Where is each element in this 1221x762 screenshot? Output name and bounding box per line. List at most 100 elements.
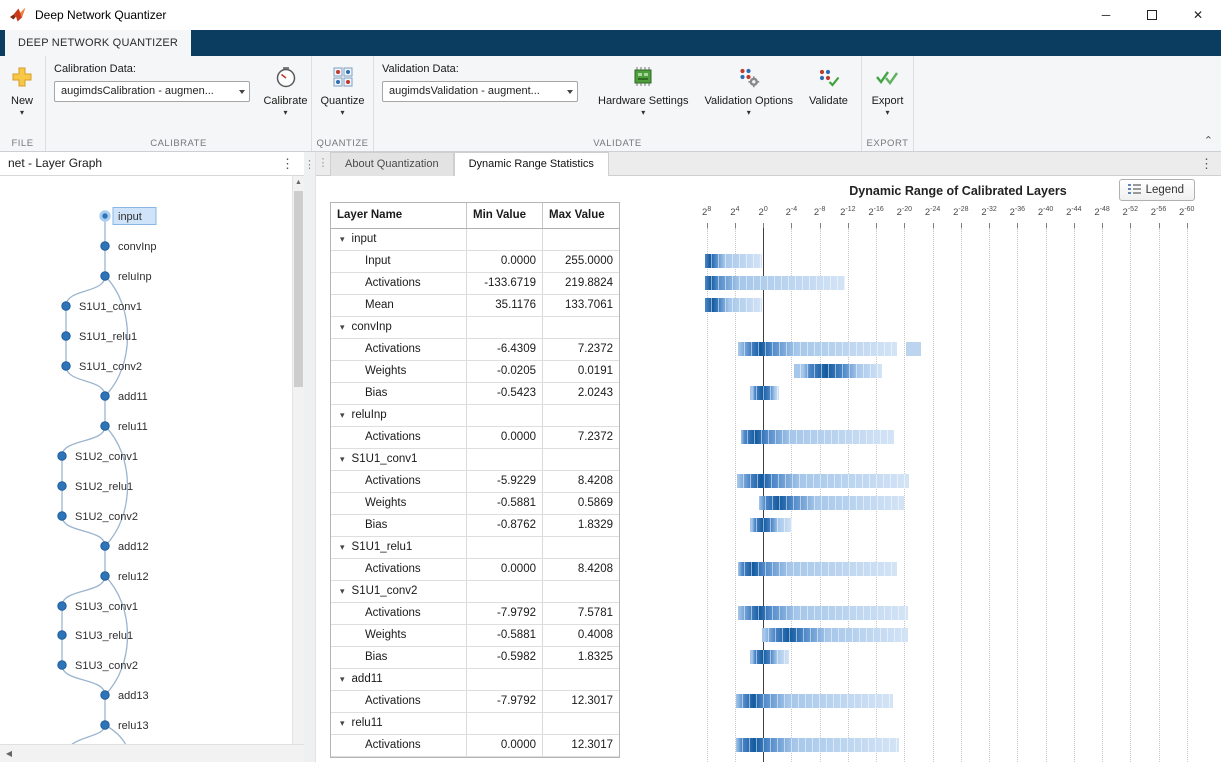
layer-node[interactable]	[62, 302, 70, 310]
value-cell: -0.5982	[467, 647, 543, 668]
new-button[interactable]: New ▾	[11, 63, 33, 116]
axis-tick-label: 2-60	[1179, 206, 1194, 218]
calibrate-button[interactable]: Calibrate ▾	[260, 63, 311, 116]
layer-node[interactable]	[58, 452, 66, 460]
table-group-row[interactable]: ▾add11	[331, 669, 619, 691]
section-label-quantize: QUANTIZE	[312, 138, 373, 149]
tab-about-quantization[interactable]: About Quantization	[330, 152, 454, 176]
collapse-caret-icon[interactable]: ▾	[340, 537, 345, 558]
scroll-left-icon[interactable]: ◀	[2, 745, 16, 762]
close-button[interactable]: ✕	[1175, 0, 1221, 30]
table-data-row[interactable]: Activations0.00008.4208	[331, 559, 619, 581]
value-cell: 2.0243	[543, 383, 619, 404]
tab-dynamic-range-statistics[interactable]: Dynamic Range Statistics	[454, 152, 609, 177]
layer-node[interactable]	[58, 661, 66, 669]
table-data-row[interactable]: Activations-133.6719219.8824	[331, 273, 619, 295]
maximize-button[interactable]	[1129, 0, 1175, 30]
layer-node[interactable]	[101, 691, 109, 699]
table-group-row[interactable]: ▾S1U1_relu1	[331, 537, 619, 559]
section-export: Export ▾ EXPORT	[862, 56, 914, 151]
collapse-caret-icon[interactable]: ▾	[340, 317, 345, 338]
layer-node[interactable]	[101, 242, 109, 250]
value-cell: 7.5781	[543, 603, 619, 624]
collapse-caret-icon[interactable]: ▾	[340, 581, 345, 602]
vertical-scroll-thumb[interactable]	[294, 191, 303, 387]
layer-node[interactable]	[101, 572, 109, 580]
table-data-row[interactable]: Weights-0.58810.4008	[331, 625, 619, 647]
export-button[interactable]: Export ▾	[872, 63, 904, 116]
row-label: Activations	[331, 559, 467, 580]
graph-horizontal-scrollbar[interactable]: ◀	[0, 744, 304, 762]
layer-node[interactable]	[58, 482, 66, 490]
collapse-caret-icon[interactable]: ▾	[340, 713, 345, 734]
table-data-row[interactable]: Activations0.00007.2372	[331, 427, 619, 449]
scroll-up-icon[interactable]: ▲	[293, 176, 304, 189]
column-header-layer-name[interactable]: Layer Name	[331, 203, 467, 228]
collapse-caret-icon[interactable]: ▾	[340, 405, 345, 426]
layer-node[interactable]	[62, 362, 70, 370]
layer-node[interactable]	[58, 631, 66, 639]
table-data-row[interactable]: Activations-7.979212.3017	[331, 691, 619, 713]
table-data-row[interactable]: Activations-6.43097.2372	[331, 339, 619, 361]
axis-tick-label: 2-28	[953, 206, 968, 218]
table-group-row[interactable]: ▾S1U1_conv2	[331, 581, 619, 603]
quantize-button[interactable]: Quantize ▾	[320, 63, 364, 116]
layer-node-label: S1U1_conv2	[79, 361, 142, 373]
validation-options-button[interactable]: Validation Options ▾	[705, 63, 793, 116]
minimize-button[interactable]: ─	[1083, 0, 1129, 30]
validation-data-dropdown[interactable]: augimdsValidation - augment...	[382, 81, 578, 102]
layer-node[interactable]	[101, 272, 109, 280]
layer-node[interactable]	[101, 212, 109, 220]
column-header-max-value[interactable]: Max Value	[543, 203, 619, 228]
layer-graph-canvas[interactable]: inputconvInpreluInpS1U1_conv1S1U1_relu1S…	[0, 176, 292, 744]
layer-node[interactable]	[101, 542, 109, 550]
table-group-row[interactable]: ▾ S1U1_conv1	[331, 449, 619, 471]
validate-button[interactable]: Validate	[809, 63, 848, 107]
axis-tick-label: 24	[730, 206, 739, 218]
value-cell	[543, 713, 619, 734]
layer-node[interactable]	[101, 392, 109, 400]
histogram-bar-segment	[906, 342, 920, 356]
layer-node[interactable]	[62, 332, 70, 340]
layer-node[interactable]	[101, 721, 109, 729]
table-data-row[interactable]: Activations-5.92298.4208	[331, 471, 619, 493]
column-header-min-value[interactable]: Min Value	[467, 203, 543, 228]
document-menu-kebab-icon[interactable]: ⋮	[1200, 152, 1213, 175]
table-data-row[interactable]: Bias-0.87621.8329	[331, 515, 619, 537]
document-tabbar: ⋮ About Quantization Dynamic Range Stati…	[316, 152, 1221, 176]
histogram-bar	[750, 386, 780, 400]
new-plus-icon	[11, 63, 33, 91]
table-data-row[interactable]: Bias-0.59821.8325	[331, 647, 619, 669]
toolstrip-tab-deep-network-quantizer[interactable]: DEEP NETWORK QUANTIZER	[5, 30, 191, 56]
panel-splitter[interactable]: ⋮	[304, 152, 316, 762]
collapse-caret-icon[interactable]: ▾	[340, 229, 345, 250]
table-data-row[interactable]: Weights-0.02050.0191	[331, 361, 619, 383]
calibration-data-dropdown[interactable]: augimdsCalibration - augmen...	[54, 81, 250, 102]
collapse-ribbon-button[interactable]: ⌃	[1204, 136, 1213, 146]
table-data-row[interactable]: Input0.0000255.0000	[331, 251, 619, 273]
layer-group-name: S1U1_conv1	[352, 453, 418, 465]
collapse-caret-icon[interactable]: ▾	[340, 669, 345, 690]
table-data-row[interactable]: Activations-7.97927.5781	[331, 603, 619, 625]
panel-menu-kebab-icon[interactable]: ⋮	[281, 152, 294, 175]
layer-node[interactable]	[58, 512, 66, 520]
table-group-row[interactable]: ▾convInp	[331, 317, 619, 339]
table-data-row[interactable]: Bias-0.54232.0243	[331, 383, 619, 405]
layer-node[interactable]	[58, 602, 66, 610]
table-group-row[interactable]: ▾input	[331, 229, 619, 251]
histogram-bar	[736, 694, 893, 708]
hardware-settings-button[interactable]: Hardware Settings ▾	[598, 63, 689, 116]
table-group-row[interactable]: ▾relu11	[331, 713, 619, 735]
dynamic-range-statistics-view: Layer Name Min Value Max Value ▾inputInp…	[316, 176, 1221, 762]
graph-vertical-scrollbar[interactable]: ▲	[292, 176, 304, 744]
table-group-row[interactable]: ▾reluInp	[331, 405, 619, 427]
axis-tick-label: 2-4	[786, 206, 798, 218]
value-cell	[467, 317, 543, 338]
legend-button[interactable]: Legend	[1119, 179, 1195, 201]
collapse-caret-icon[interactable]: ▾	[340, 449, 345, 470]
table-body: ▾inputInput0.0000255.0000Activations-133…	[331, 229, 619, 757]
layer-node[interactable]	[101, 422, 109, 430]
table-data-row[interactable]: Mean35.1176133.7061	[331, 295, 619, 317]
table-data-row[interactable]: Weights-0.58810.5869	[331, 493, 619, 515]
table-data-row[interactable]: Activations0.000012.3017	[331, 735, 619, 757]
